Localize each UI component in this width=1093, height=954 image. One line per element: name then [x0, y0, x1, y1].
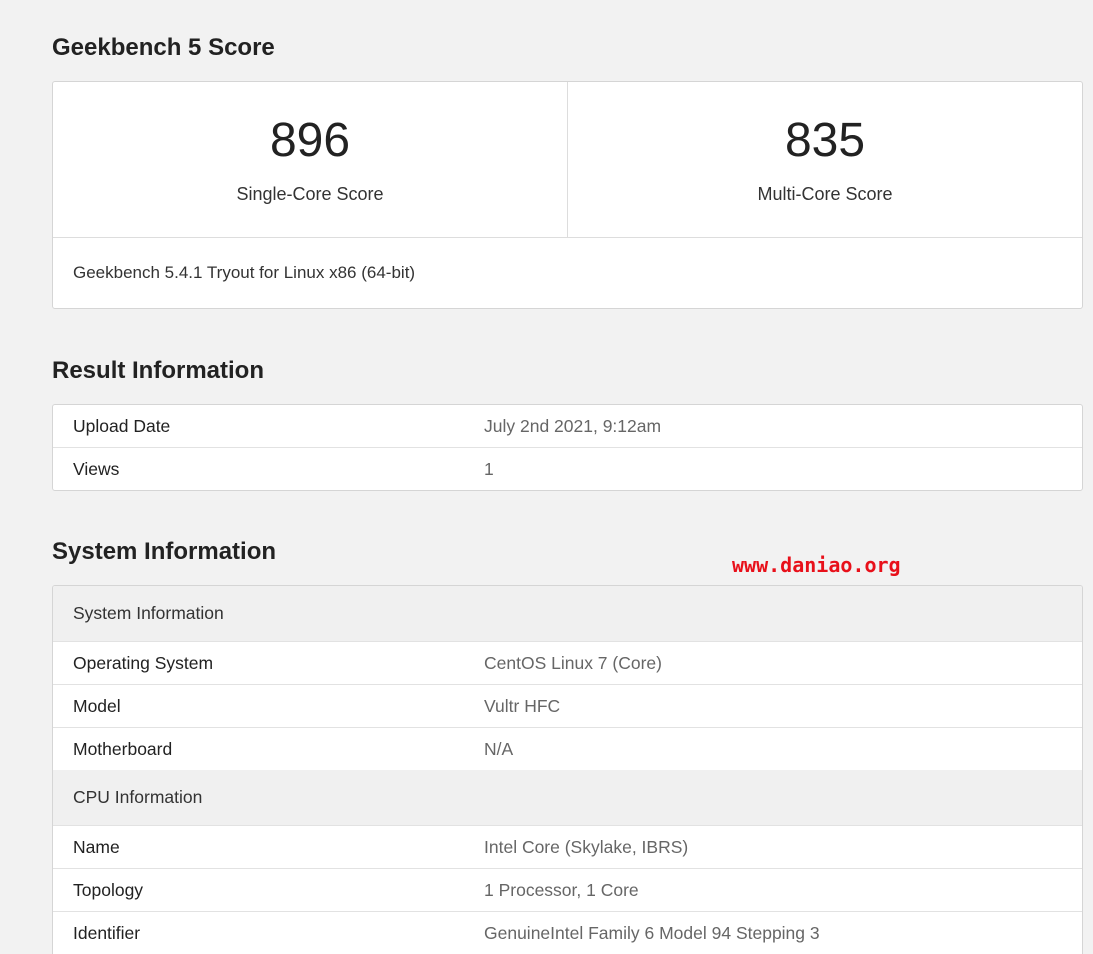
single-core-cell: 896 Single-Core Score: [53, 82, 567, 237]
row-value: Intel Core (Skylake, IBRS): [484, 826, 1082, 869]
table-section-header: CPU Information: [53, 770, 1082, 826]
row-key: Topology: [53, 869, 484, 912]
row-value: CentOS Linux 7 (Core): [484, 642, 1082, 685]
section-heading: System Information: [53, 586, 1082, 642]
system-section-title: System Information: [52, 538, 276, 566]
version-text: Geekbench 5.4.1 Tryout for Linux x86 (64…: [53, 238, 1082, 308]
table-row: Operating System CentOS Linux 7 (Core): [53, 642, 1082, 685]
result-section-title: Result Information: [52, 357, 264, 385]
system-card: System Information Operating System Cent…: [52, 585, 1083, 954]
score-section-title: Geekbench 5 Score: [52, 34, 275, 62]
table-row: Upload Date July 2nd 2021, 9:12am: [53, 405, 1082, 448]
table-row: Motherboard N/A: [53, 728, 1082, 771]
single-core-label: Single-Core Score: [53, 184, 567, 205]
multi-core-cell: 835 Multi-Core Score: [567, 82, 1082, 237]
result-card: Upload Date July 2nd 2021, 9:12am Views …: [52, 404, 1083, 491]
row-key: Views: [53, 448, 484, 491]
single-core-score: 896: [53, 116, 567, 166]
row-key: Motherboard: [53, 728, 484, 771]
row-value: 1: [484, 448, 1082, 491]
watermark-text: www.daniao.org: [732, 553, 901, 577]
row-value: N/A: [484, 728, 1082, 771]
score-card: 896 Single-Core Score 835 Multi-Core Sco…: [52, 81, 1083, 309]
score-row: 896 Single-Core Score 835 Multi-Core Sco…: [53, 82, 1082, 238]
table-row: Topology 1 Processor, 1 Core: [53, 869, 1082, 912]
table-section-header: System Information: [53, 586, 1082, 642]
row-key: Upload Date: [53, 405, 484, 448]
row-value: 1 Processor, 1 Core: [484, 869, 1082, 912]
result-table: Upload Date July 2nd 2021, 9:12am Views …: [53, 405, 1082, 490]
table-row: Name Intel Core (Skylake, IBRS): [53, 826, 1082, 869]
system-table: System Information Operating System Cent…: [53, 586, 1082, 954]
multi-core-score: 835: [568, 116, 1082, 166]
table-row: Model Vultr HFC: [53, 685, 1082, 728]
table-row: Views 1: [53, 448, 1082, 491]
multi-core-label: Multi-Core Score: [568, 184, 1082, 205]
section-heading: CPU Information: [53, 770, 1082, 826]
row-key: Name: [53, 826, 484, 869]
row-value: Vultr HFC: [484, 685, 1082, 728]
row-value: July 2nd 2021, 9:12am: [484, 405, 1082, 448]
row-key: Model: [53, 685, 484, 728]
row-key: Operating System: [53, 642, 484, 685]
